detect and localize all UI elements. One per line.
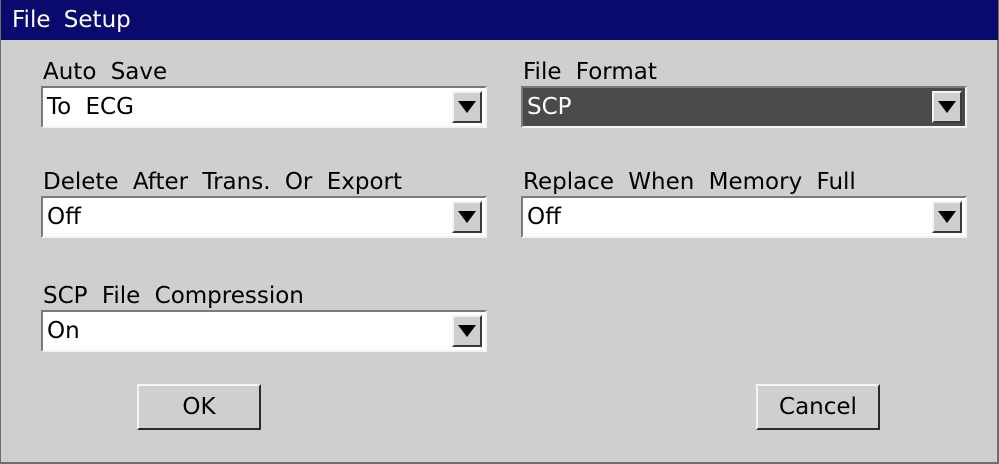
- dialog-title: File Setup: [1, 0, 998, 40]
- scp-compression-value: On: [47, 318, 80, 344]
- replace-when-full-dropdown-button[interactable]: [932, 201, 962, 233]
- delete-after-select[interactable]: Off: [41, 196, 487, 238]
- scp-compression-dropdown-button[interactable]: [452, 315, 482, 347]
- file-format-select[interactable]: SCP: [521, 86, 967, 128]
- auto-save-label: Auto Save: [43, 59, 168, 85]
- file-format-value: SCP: [527, 94, 572, 120]
- file-setup-dialog: File Setup Auto Save To ECG File Format …: [0, 0, 999, 464]
- auto-save-select[interactable]: To ECG: [41, 86, 487, 128]
- file-format-dropdown-button[interactable]: [932, 91, 962, 123]
- delete-after-dropdown-button[interactable]: [452, 201, 482, 233]
- cancel-button[interactable]: Cancel: [756, 384, 880, 430]
- replace-when-full-label: Replace When Memory Full: [523, 169, 856, 195]
- delete-after-label: Delete After Trans. Or Export: [43, 169, 402, 195]
- replace-when-full-value: Off: [527, 204, 561, 230]
- triangle-down-icon: [938, 101, 956, 113]
- auto-save-dropdown-button[interactable]: [452, 91, 482, 123]
- triangle-down-icon: [458, 101, 476, 113]
- ok-button[interactable]: OK: [137, 384, 261, 430]
- scp-compression-label: SCP File Compression: [43, 283, 304, 309]
- delete-after-value: Off: [47, 204, 81, 230]
- triangle-down-icon: [458, 325, 476, 337]
- file-format-label: File Format: [523, 59, 657, 85]
- triangle-down-icon: [938, 211, 956, 223]
- replace-when-full-select[interactable]: Off: [521, 196, 967, 238]
- auto-save-value: To ECG: [47, 94, 134, 120]
- triangle-down-icon: [458, 211, 476, 223]
- scp-compression-select[interactable]: On: [41, 310, 487, 352]
